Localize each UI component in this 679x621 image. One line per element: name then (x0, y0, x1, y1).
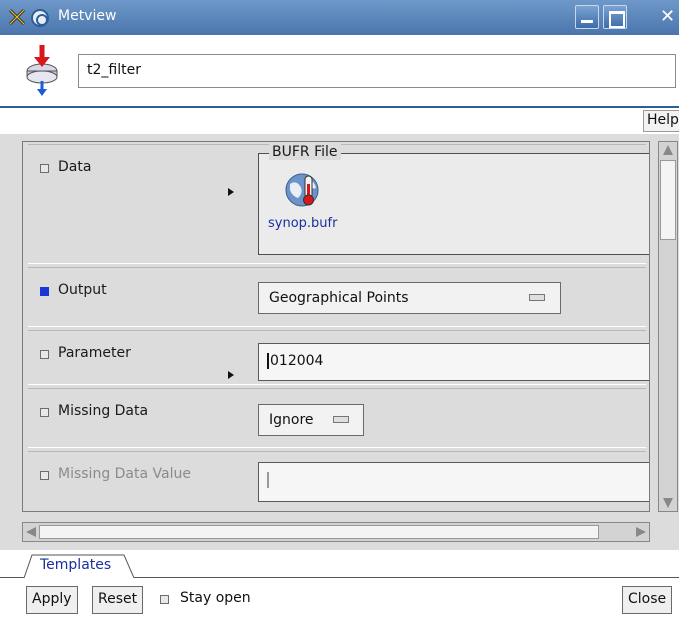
parameter-input[interactable]: 012004 (258, 343, 649, 381)
data-checkbox[interactable] (40, 164, 49, 173)
filter-icon[interactable] (18, 43, 66, 99)
close-window-icon[interactable]: ✕ (660, 7, 679, 27)
text-caret-dim (267, 472, 269, 488)
output-select[interactable]: Geographical Points (258, 282, 561, 314)
stay-open-checkbox[interactable] (160, 595, 169, 604)
parameter-expand-arrow-icon[interactable] (228, 371, 234, 379)
missing-data-value-input[interactable] (258, 462, 649, 502)
icon-name-input[interactable]: t2_filter (78, 54, 676, 88)
missing-data-value-checkbox[interactable] (40, 471, 49, 480)
reset-button[interactable]: Reset (92, 586, 144, 614)
horizontal-scrollbar[interactable] (22, 522, 650, 542)
scroll-down-icon[interactable] (663, 498, 673, 508)
missing-data-checkbox[interactable] (40, 408, 49, 417)
parameter-label: Parameter (58, 345, 131, 361)
bufr-file-group: BUFR File synop.bufr (258, 144, 649, 255)
missing-data-select-indicator-icon (333, 416, 349, 423)
missing-data-select-value: Ignore (269, 412, 314, 428)
row-data: Data BUFR File synop.bufr (28, 144, 649, 264)
app-x-icon[interactable] (8, 8, 26, 26)
bufr-file-legend: BUFR File (269, 144, 341, 160)
row-missing-data: Missing Data Ignore (28, 388, 646, 448)
thermometer-globe-icon[interactable] (284, 170, 324, 210)
minimize-button[interactable] (575, 5, 599, 29)
icon-name-value: t2_filter (87, 62, 141, 78)
missing-data-select[interactable]: Ignore (258, 404, 364, 436)
maximize-button[interactable] (603, 5, 627, 29)
window-title: Metview (58, 8, 117, 24)
scroll-left-icon[interactable] (26, 527, 36, 537)
apply-button[interactable]: Apply (26, 586, 78, 614)
output-label: Output (58, 282, 107, 298)
title-bar[interactable]: Metview ✕ (0, 0, 679, 35)
bufr-filename[interactable]: synop.bufr (268, 216, 337, 231)
stay-open-label: Stay open (180, 590, 251, 606)
tab-templates-label: Templates (40, 557, 112, 573)
tab-templates[interactable]: Templates (24, 554, 134, 578)
row-missing-data-value: Missing Data Value (28, 451, 649, 511)
scroll-up-icon[interactable] (663, 145, 673, 155)
scroll-right-icon[interactable] (636, 527, 646, 537)
row-parameter: Parameter 012004 (28, 330, 649, 385)
output-select-value: Geographical Points (269, 290, 409, 306)
row-output: Output Geographical Points (28, 267, 646, 327)
parameter-checkbox[interactable] (40, 350, 49, 359)
vertical-scrollbar[interactable] (658, 141, 678, 512)
parameter-value: 012004 (270, 353, 324, 369)
help-button[interactable]: Help (643, 110, 679, 132)
window-menu-icon[interactable] (31, 9, 49, 27)
missing-data-value-label: Missing Data Value (58, 466, 191, 482)
vertical-scroll-thumb[interactable] (660, 160, 676, 240)
parameters-panel: Data BUFR File synop.bufr Output Geograp… (22, 141, 650, 512)
text-caret (267, 353, 269, 369)
data-expand-arrow-icon[interactable] (228, 188, 234, 196)
help-bar (0, 108, 679, 134)
output-select-indicator-icon (529, 294, 545, 301)
horizontal-scroll-thumb[interactable] (39, 525, 599, 539)
data-label: Data (58, 159, 92, 175)
missing-data-label: Missing Data (58, 403, 149, 419)
output-checkbox[interactable] (40, 287, 49, 296)
close-button[interactable]: Close (622, 586, 673, 614)
